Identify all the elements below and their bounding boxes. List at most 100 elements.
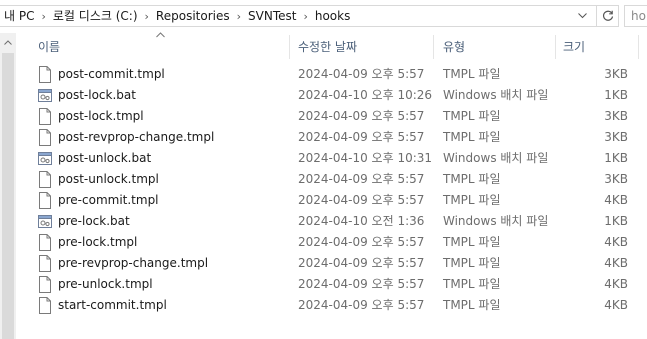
column-header-name[interactable]: 이름 <box>38 33 60 61</box>
file-row[interactable]: post-unlock.tmpl 2024-04-09 오후 5:57 TMPL… <box>16 169 647 190</box>
sort-ascending-icon <box>156 32 165 38</box>
file-row[interactable]: pre-unlock.tmpl 2024-04-09 오후 5:57 TMPL … <box>16 274 647 295</box>
column-header: 이름 수정한 날짜 유형 크기 <box>16 32 647 61</box>
file-icon <box>39 108 51 125</box>
file-icon <box>39 234 51 251</box>
file-size: 3KB <box>604 109 628 123</box>
file-size: 3KB <box>604 130 628 144</box>
address-bar: 내 PC › 로컬 디스크 (C:) › Repositories › SVNT… <box>0 0 647 33</box>
breadcrumb-separator[interactable]: › <box>234 10 244 23</box>
file-size: 3KB <box>604 172 628 186</box>
file-date: 2024-04-09 오후 5:57 <box>298 256 425 270</box>
file-icon <box>39 129 51 146</box>
chevron-down-icon <box>577 13 587 19</box>
refresh-icon <box>602 10 613 21</box>
file-type: TMPL 파일 <box>443 256 501 270</box>
file-row[interactable]: post-revprop-change.tmpl 2024-04-09 오후 5… <box>16 127 647 148</box>
file-type: TMPL 파일 <box>443 67 501 81</box>
file-date: 2024-04-10 오후 10:31 <box>298 151 433 165</box>
file-name: post-revprop-change.tmpl <box>58 130 215 144</box>
column-header-size[interactable]: 크기 <box>563 33 585 61</box>
file-size: 4KB <box>604 277 628 291</box>
breadcrumb[interactable]: 내 PC › 로컬 디스크 (C:) › Repositories › SVNT… <box>0 5 597 27</box>
column-divider[interactable] <box>433 35 434 59</box>
file-size: 4KB <box>604 298 628 312</box>
file-name: post-lock.tmpl <box>58 109 144 123</box>
file-name: post-unlock.tmpl <box>58 172 159 186</box>
search-input[interactable]: ho <box>624 5 647 27</box>
file-type: TMPL 파일 <box>443 235 501 249</box>
file-icon <box>39 276 51 293</box>
file-type: Windows 배치 파일 <box>443 214 549 228</box>
file-size: 1KB <box>604 151 628 165</box>
breadcrumb-hooks[interactable]: hooks <box>311 6 355 26</box>
column-divider[interactable] <box>289 35 290 59</box>
file-row[interactable]: pre-lock.bat 2024-04-10 오전 1:36 Windows … <box>16 211 647 232</box>
file-type: TMPL 파일 <box>443 193 501 207</box>
breadcrumb-repositories[interactable]: Repositories <box>152 6 234 26</box>
file-date: 2024-04-09 오후 5:57 <box>298 193 425 207</box>
file-icon <box>39 171 51 188</box>
file-size: 4KB <box>604 193 628 207</box>
navigation-pane-scrollbar[interactable] <box>0 33 16 339</box>
scrollbar-thumb[interactable] <box>2 53 14 339</box>
file-icon <box>39 297 51 314</box>
file-size: 3KB <box>604 67 628 81</box>
breadcrumb-separator[interactable]: › <box>300 10 310 23</box>
file-row[interactable]: post-lock.bat 2024-04-10 오후 10:26 Window… <box>16 85 647 106</box>
file-list: post-commit.tmpl 2024-04-09 오후 5:57 TMPL… <box>16 64 647 316</box>
breadcrumb-svntest[interactable]: SVNTest <box>244 6 300 26</box>
file-date: 2024-04-09 오후 5:57 <box>298 298 425 312</box>
file-size: 4KB <box>604 235 628 249</box>
file-date: 2024-04-09 오후 5:57 <box>298 235 425 249</box>
column-divider[interactable] <box>555 35 556 59</box>
file-row[interactable]: pre-lock.tmpl 2024-04-09 오후 5:57 TMPL 파일… <box>16 232 647 253</box>
file-type: TMPL 파일 <box>443 130 501 144</box>
file-name: post-commit.tmpl <box>58 67 165 81</box>
file-size: 4KB <box>604 256 628 270</box>
file-date: 2024-04-09 오후 5:57 <box>298 67 425 81</box>
chevron-up-icon[interactable] <box>4 40 12 45</box>
column-header-type[interactable]: 유형 <box>443 33 465 61</box>
breadcrumb-this-pc[interactable]: 내 PC <box>0 6 38 26</box>
file-type: TMPL 파일 <box>443 277 501 291</box>
file-row[interactable]: post-commit.tmpl 2024-04-09 오후 5:57 TMPL… <box>16 64 647 85</box>
file-icon <box>39 66 51 83</box>
file-type: TMPL 파일 <box>443 109 501 123</box>
file-type: Windows 배치 파일 <box>443 151 549 165</box>
batch-file-icon <box>38 89 52 102</box>
breadcrumb-local-disk[interactable]: 로컬 디스크 (C:) <box>49 6 142 26</box>
breadcrumb-separator[interactable]: › <box>142 10 152 23</box>
column-divider[interactable] <box>638 35 639 59</box>
address-history-dropdown[interactable] <box>575 7 589 25</box>
file-row[interactable]: start-commit.tmpl 2024-04-09 오후 5:57 TMP… <box>16 295 647 316</box>
file-size: 1KB <box>604 88 628 102</box>
refresh-button[interactable] <box>597 5 619 27</box>
file-name: pre-commit.tmpl <box>58 193 159 207</box>
batch-file-icon <box>38 152 52 165</box>
file-row[interactable]: pre-commit.tmpl 2024-04-09 오후 5:57 TMPL … <box>16 190 647 211</box>
file-row[interactable]: post-unlock.bat 2024-04-10 오후 10:31 Wind… <box>16 148 647 169</box>
file-date: 2024-04-09 오후 5:57 <box>298 109 425 123</box>
file-date: 2024-04-09 오후 5:57 <box>298 277 425 291</box>
file-size: 1KB <box>604 214 628 228</box>
file-name: post-unlock.bat <box>58 151 152 165</box>
file-date: 2024-04-09 오후 5:57 <box>298 172 425 186</box>
file-row[interactable]: post-lock.tmpl 2024-04-09 오후 5:57 TMPL 파… <box>16 106 647 127</box>
breadcrumb-separator[interactable]: › <box>38 10 48 23</box>
file-name: pre-lock.bat <box>58 214 130 228</box>
file-name: start-commit.tmpl <box>58 298 167 312</box>
file-date: 2024-04-10 오후 10:26 <box>298 88 433 102</box>
file-name: pre-revprop-change.tmpl <box>58 256 209 270</box>
file-type: TMPL 파일 <box>443 298 501 312</box>
file-icon <box>39 255 51 272</box>
file-icon <box>39 192 51 209</box>
column-header-date[interactable]: 수정한 날짜 <box>298 33 357 61</box>
file-row[interactable]: pre-revprop-change.tmpl 2024-04-09 오후 5:… <box>16 253 647 274</box>
file-date: 2024-04-10 오전 1:36 <box>298 214 425 228</box>
file-type: Windows 배치 파일 <box>443 88 549 102</box>
file-type: TMPL 파일 <box>443 172 501 186</box>
file-name: post-lock.bat <box>58 88 136 102</box>
file-name: pre-lock.tmpl <box>58 235 138 249</box>
batch-file-icon <box>38 215 52 228</box>
